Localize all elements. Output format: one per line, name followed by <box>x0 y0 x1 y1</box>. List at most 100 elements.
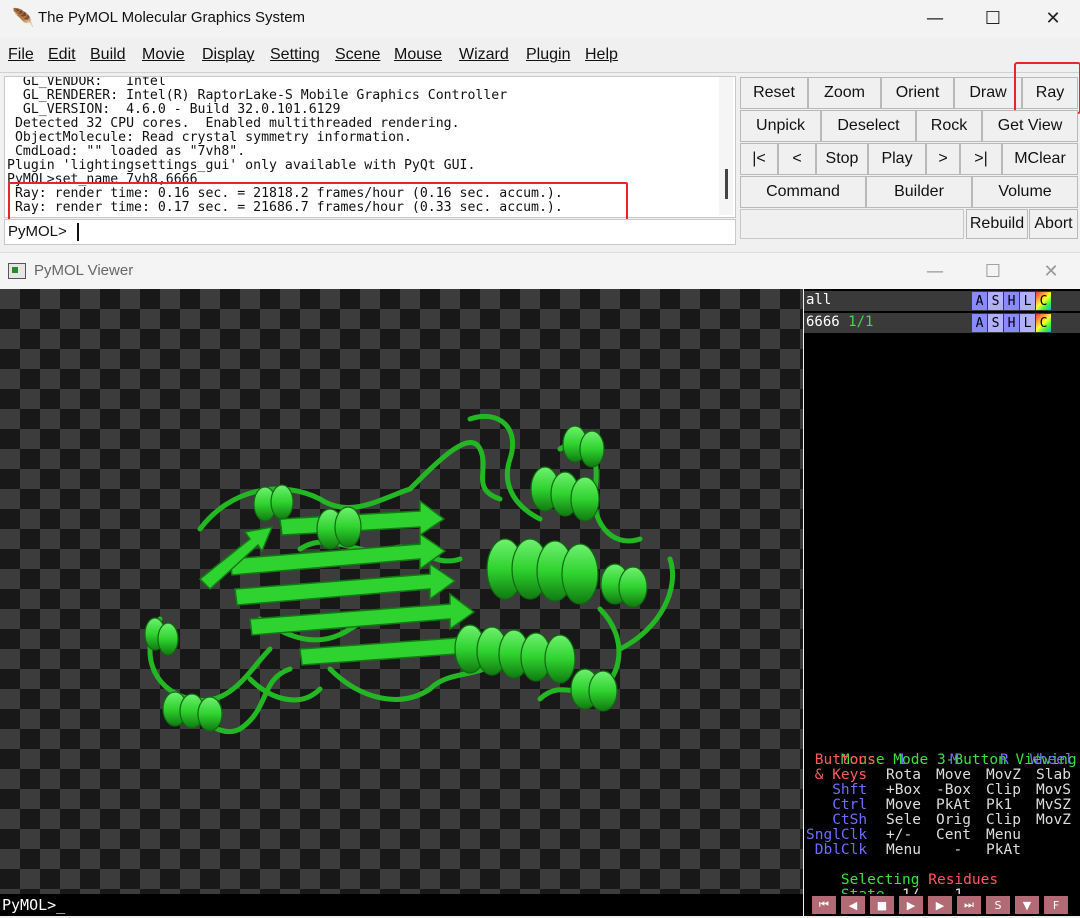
main-titlebar: 🪶 The PyMOL Molecular Graphics System — … <box>0 0 1080 38</box>
viewer-maximize-button[interactable]: ☐ <box>964 253 1022 289</box>
modifier-single-click: SnglClk <box>806 827 868 843</box>
close-button[interactable]: ✕ <box>1024 0 1080 36</box>
movie-controls: ⏮ ◀ ■ ▶ ▶ ⏭ S ▼ F <box>804 894 1080 916</box>
menu-mouse[interactable]: Mouse <box>394 46 442 64</box>
viewer-canvas[interactable] <box>0 289 803 894</box>
unpick-button[interactable]: Unpick <box>740 110 821 142</box>
orient-button[interactable]: Orient <box>881 77 954 109</box>
stop-button[interactable]: Stop <box>816 143 868 175</box>
object-name[interactable]: 6666 1/1 <box>806 314 873 330</box>
binding-cell: Sele <box>886 812 921 828</box>
label-l-button[interactable]: L <box>1020 292 1035 310</box>
binding-cell: MovS <box>1036 782 1071 798</box>
movie-rewind-icon[interactable]: ⏮ <box>812 896 836 914</box>
color-c-button[interactable]: C <box>1036 292 1051 310</box>
fast-forward-button[interactable]: >| <box>960 143 1002 175</box>
binding-cell: MovZ <box>986 767 1021 783</box>
object-row-6666[interactable]: 6666 1/1 A S H L C <box>804 313 1080 333</box>
mclear-button[interactable]: MClear <box>1002 143 1078 175</box>
col-r: R <box>1000 752 1009 768</box>
menu-wizard[interactable]: Wizard <box>459 46 509 64</box>
maximize-button[interactable]: ☐ <box>964 0 1022 36</box>
menu-file[interactable]: File <box>8 46 34 64</box>
binding-cell: Orig <box>936 812 971 828</box>
window-title: The PyMOL Molecular Graphics System <box>38 9 306 26</box>
draw-button[interactable]: Draw <box>954 77 1022 109</box>
binding-cell: PkAt <box>936 797 971 813</box>
viewer-close-button[interactable]: ✕ <box>1022 253 1080 289</box>
menu-build[interactable]: Build <box>90 46 126 64</box>
play-button[interactable]: Play <box>868 143 926 175</box>
console-line: ObjectMolecule: Read crystal symmetry in… <box>7 130 412 145</box>
buttons-header: Buttons <box>806 752 876 768</box>
movie-back-icon[interactable]: ◀ <box>841 896 865 914</box>
binding-cell: Clip <box>986 812 1021 828</box>
movie-down-icon[interactable]: ▼ <box>1015 896 1039 914</box>
rock-button[interactable]: Rock <box>916 110 982 142</box>
back-button[interactable]: < <box>778 143 816 175</box>
menu-edit[interactable]: Edit <box>48 46 76 64</box>
text-cursor <box>77 223 79 241</box>
deselect-button[interactable]: Deselect <box>821 110 916 142</box>
binding-cell: PkAt <box>986 842 1021 858</box>
viewer-prompt: PyMOL>_ <box>2 896 66 914</box>
console-scroll-thumb[interactable] <box>725 169 728 199</box>
object-row-all[interactable]: all A S H L C <box>804 291 1080 311</box>
movie-stop-icon[interactable]: ■ <box>870 896 894 914</box>
console-line: GL_VERSION: 4.6.0 - Build 32.0.101.6129 <box>7 102 341 117</box>
abort-button[interactable]: Abort <box>1029 209 1078 239</box>
rewind-button[interactable]: |< <box>740 143 778 175</box>
object-name-text: 6666 <box>806 314 840 330</box>
action-a-button[interactable]: A <box>972 314 987 332</box>
console-scrollbar[interactable] <box>719 77 733 215</box>
col-wheel: Wheel <box>1030 752 1074 768</box>
menu-scene[interactable]: Scene <box>335 46 380 64</box>
volume-button[interactable]: Volume <box>972 176 1078 208</box>
color-c-button[interactable]: C <box>1036 314 1051 332</box>
reset-button[interactable]: Reset <box>740 77 808 109</box>
mouse-mode-panel[interactable]: Mouse Mode 3-Button Viewing Buttons L M … <box>804 738 1080 903</box>
modifier-keys: & Keys <box>806 767 868 783</box>
menu-display[interactable]: Display <box>202 46 254 64</box>
binding-cell: Rota <box>886 767 921 783</box>
show-s-button[interactable]: S <box>988 292 1003 310</box>
binding-cell: MvSZ <box>1036 797 1071 813</box>
action-a-button[interactable]: A <box>972 292 987 310</box>
movie-s-button[interactable]: S <box>986 896 1010 914</box>
builder-button[interactable]: Builder <box>866 176 972 208</box>
menu-plugin[interactable]: Plugin <box>526 46 570 64</box>
label-l-button[interactable]: L <box>1020 314 1035 332</box>
minimize-button[interactable]: — <box>906 0 964 36</box>
rebuild-button[interactable]: Rebuild <box>966 209 1028 239</box>
movie-f-button[interactable]: F <box>1044 896 1068 914</box>
highlight-box-ray-button <box>1014 62 1080 114</box>
viewer-command-line[interactable]: PyMOL>_ <box>0 894 803 916</box>
get-view-button[interactable]: Get View <box>982 110 1078 142</box>
menu-help[interactable]: Help <box>585 46 618 64</box>
binding-cell: Clip <box>986 782 1021 798</box>
object-state: 1/1 <box>848 314 874 330</box>
viewer-minimize-button[interactable]: — <box>906 253 964 289</box>
show-s-button[interactable]: S <box>988 314 1003 332</box>
movie-end-icon[interactable]: ⏭ <box>957 896 981 914</box>
menu-setting[interactable]: Setting <box>270 46 320 64</box>
pymol-feather-icon: 🪶 <box>12 8 35 29</box>
binding-cell: Move <box>936 767 971 783</box>
binding-cell: Cent <box>936 827 971 843</box>
zoom-button[interactable]: Zoom <box>808 77 881 109</box>
command-button[interactable]: Command <box>740 176 866 208</box>
menu-bar: File Edit Build Movie Display Setting Sc… <box>0 40 1080 73</box>
highlight-box-ray-output <box>8 182 628 222</box>
movie-play-icon[interactable]: ▶ <box>899 896 923 914</box>
command-input[interactable]: PyMOL> <box>4 219 736 245</box>
hide-h-button[interactable]: H <box>1004 314 1019 332</box>
console-line: CmdLoad: "" loaded as "7vh8". <box>7 144 246 159</box>
forward-button[interactable]: > <box>926 143 960 175</box>
binding-cell: +/- <box>886 827 913 843</box>
binding-cell: Pk1 <box>986 797 1013 813</box>
hide-h-button[interactable]: H <box>1004 292 1019 310</box>
modifier-ctrl: Ctrl <box>806 797 868 813</box>
object-name[interactable]: all <box>806 292 831 308</box>
menu-movie[interactable]: Movie <box>142 46 185 64</box>
movie-forward-icon[interactable]: ▶ <box>928 896 952 914</box>
